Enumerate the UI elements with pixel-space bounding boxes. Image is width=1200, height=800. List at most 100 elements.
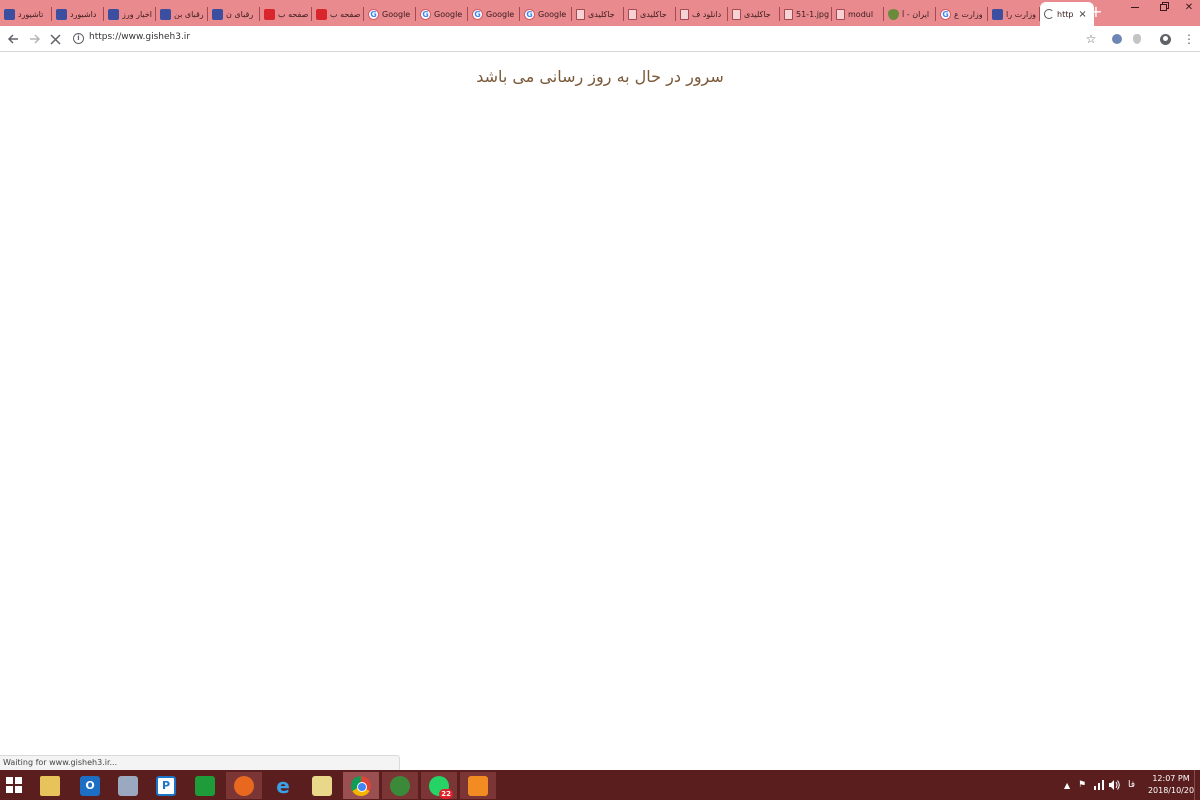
tab-label: اخبار ورز: [122, 9, 153, 19]
network-graph-icon: [1094, 780, 1104, 790]
account-button[interactable]: [1158, 32, 1172, 46]
tab-label: تاشیورد: [18, 9, 44, 19]
google-icon: G: [472, 8, 483, 20]
taskbar-notes[interactable]: [304, 772, 340, 799]
tab-item[interactable]: G وزارت ع: [936, 2, 988, 26]
university-icon: [212, 8, 223, 20]
show-desktop-button[interactable]: [1194, 770, 1200, 800]
document-icon: [836, 8, 845, 20]
menu-button[interactable]: ⋮: [1182, 32, 1196, 46]
whatsapp-icon: 22: [429, 775, 453, 799]
tab-item[interactable]: جاکلیدی: [624, 2, 676, 26]
action-center-flag-icon[interactable]: ⚑: [1078, 770, 1086, 800]
tab-item[interactable]: 51-1.jpg: [780, 2, 832, 26]
taskbar-orange-app[interactable]: [460, 772, 496, 799]
back-button[interactable]: [4, 30, 22, 48]
volume-icon[interactable]: [1108, 770, 1120, 800]
stop-loading-button[interactable]: [46, 30, 64, 48]
tab-item[interactable]: G Google: [364, 2, 416, 26]
arrow-right-icon: [30, 34, 41, 44]
network-icon[interactable]: [1093, 770, 1105, 800]
extension-shield-icon[interactable]: [1130, 32, 1144, 46]
account-icon: [1159, 33, 1171, 45]
tab-item[interactable]: رقبای ن: [208, 2, 260, 26]
window-close-button[interactable]: ✕: [1176, 0, 1200, 14]
firefox-icon: [234, 775, 254, 796]
start-button[interactable]: [6, 777, 22, 793]
windows-taskbar: O P e 22 ▲ ⚑ فا 12:07 PM 2018/10/20: [0, 770, 1200, 800]
tab-item[interactable]: اخبار ورز: [104, 2, 156, 26]
tab-item[interactable]: صفحه ب: [312, 2, 364, 26]
site-info-icon[interactable]: i: [73, 33, 84, 44]
tab-label: داشبورد: [70, 9, 97, 19]
extension-person-icon[interactable]: [1110, 32, 1124, 46]
minimize-button[interactable]: [1122, 0, 1148, 14]
tab-label: دانلود ف: [692, 9, 722, 19]
input-language-indicator[interactable]: فا: [1128, 770, 1135, 800]
tab-label: جاکلیدی: [744, 9, 771, 19]
document-icon: [732, 8, 741, 20]
tab-item[interactable]: رقبای بن: [156, 2, 208, 26]
tab-item[interactable]: وزارت را: [988, 2, 1040, 26]
tab-label: رقبای ن: [226, 9, 254, 19]
taskbar-chrome[interactable]: [343, 772, 379, 799]
tab-label: وزارت را: [1006, 9, 1036, 19]
taskbar-store[interactable]: [187, 772, 223, 799]
document-icon: [680, 8, 689, 20]
taskbar-file-explorer[interactable]: [32, 772, 68, 799]
forward-button[interactable]: [26, 30, 44, 48]
unread-badge: 22: [439, 788, 453, 799]
outlook-icon: O: [80, 775, 100, 796]
clock-date: 2018/10/20: [1147, 786, 1195, 795]
taskbar-pdf-reader[interactable]: P: [148, 772, 184, 799]
maximize-button[interactable]: [1150, 0, 1176, 14]
shield-icon: [1133, 34, 1141, 44]
tab-close-icon[interactable]: ×: [1078, 9, 1086, 20]
taskbar-globe[interactable]: [382, 772, 418, 799]
tab-label: http: [1057, 9, 1074, 19]
folder-icon: [40, 775, 60, 796]
tab-item[interactable]: G Google: [520, 2, 572, 26]
page-viewport: سرور در حال به روز رسانی می باشد: [0, 53, 1200, 755]
stop-icon: [49, 33, 61, 45]
document-icon: [576, 8, 585, 20]
arrow-left-icon: [7, 34, 18, 44]
tab-item[interactable]: G Google: [416, 2, 468, 26]
address-bar[interactable]: https://www.gisheh3.ir: [89, 32, 190, 42]
calculator-icon: [118, 775, 138, 796]
tab-item[interactable]: G Google: [468, 2, 520, 26]
minimize-icon: [1131, 6, 1139, 8]
tab-label: صفحه ب: [278, 9, 309, 19]
tab-item[interactable]: دانلود ف: [676, 2, 728, 26]
university-icon: [992, 8, 1003, 20]
taskbar-firefox[interactable]: [226, 772, 262, 799]
taskbar-whatsapp[interactable]: 22: [421, 772, 457, 799]
tab-item[interactable]: جاکلیدی: [572, 2, 624, 26]
globe-icon: [390, 775, 410, 796]
tab-item[interactable]: modul: [832, 2, 884, 26]
tab-item[interactable]: ایران - آ: [884, 2, 936, 26]
windows-logo-pane: [15, 786, 22, 793]
bookmark-star-icon[interactable]: ☆: [1084, 32, 1098, 46]
new-tab-button[interactable]: +: [1088, 3, 1104, 21]
store-icon: [195, 775, 215, 796]
chrome-icon: [351, 775, 371, 796]
tab-item[interactable]: جاکلیدی: [728, 2, 780, 26]
tab-item[interactable]: تاشیورد: [0, 2, 52, 26]
system-clock[interactable]: 12:07 PM 2018/10/20: [1146, 773, 1196, 797]
university-icon: [160, 8, 171, 20]
taskbar-outlook[interactable]: O: [72, 772, 108, 799]
tab-label: Google: [486, 9, 515, 19]
google-icon: G: [368, 8, 379, 20]
taskbar-internet-explorer[interactable]: e: [265, 772, 301, 799]
tab-item[interactable]: داشبورد: [52, 2, 104, 26]
tab-item[interactable]: صفحه ب: [260, 2, 312, 26]
clock-time: 12:07 PM: [1152, 774, 1190, 783]
tab-label: modul: [848, 9, 874, 19]
speaker-icon: [1109, 780, 1120, 790]
show-hidden-icons-button[interactable]: ▲: [1064, 770, 1070, 800]
tab-label: جاکلیدی: [640, 9, 667, 19]
taskbar-calculator[interactable]: [110, 772, 146, 799]
tab-active[interactable]: http ×: [1040, 2, 1094, 26]
tab-list: تاشیورد داشبورد اخبار ورز رقبای بن رقبای…: [0, 2, 1094, 26]
